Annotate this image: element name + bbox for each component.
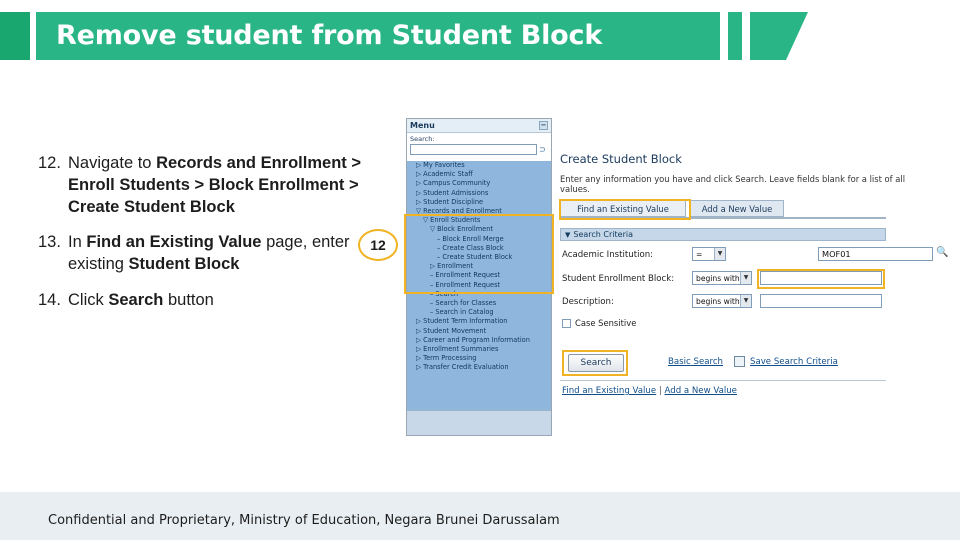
menu-tree-label: My Favorites: [423, 161, 465, 169]
magnifier-icon[interactable]: 🔍: [936, 247, 948, 260]
menu-tree-link[interactable]: – Search for Classes: [407, 299, 551, 308]
menu-tree-folder[interactable]: ▷ Enrollment Summaries: [407, 345, 551, 354]
menu-tree-folder[interactable]: ▷ Student Movement: [407, 327, 551, 336]
menu-tree-label: Search in Catalog: [435, 308, 494, 317]
tab-add-a-new-value[interactable]: Add a New Value: [690, 200, 784, 217]
menu-tree-label: Student Term Information: [423, 317, 508, 326]
instruction-step-number: 13.: [38, 233, 61, 252]
bottom-link-add-new[interactable]: Add a New Value: [665, 386, 737, 396]
operator-value-description: begins with: [696, 296, 740, 306]
case-sensitive-label: Case Sensitive: [575, 318, 637, 328]
operator-select-student-enrollment-block[interactable]: begins with ▼: [692, 271, 752, 285]
menu-tree-folder[interactable]: ▷ Student Discipline: [407, 198, 551, 207]
search-panel-subtitle: Enter any information you have and click…: [560, 174, 906, 194]
operator-value-student-enrollment-block: begins with: [696, 273, 740, 283]
menu-tree-label: Student Admissions: [423, 188, 489, 197]
menu-panel-header: Menu −: [407, 119, 551, 133]
instruction-step-number: 14.: [38, 290, 61, 309]
collapse-icon[interactable]: −: [539, 121, 548, 130]
highlight-box-student-block-field: [757, 269, 885, 289]
menu-tree-label: Career and Program Information: [423, 335, 530, 344]
instruction-step-text: In Find an Existing Value page, enter ex…: [68, 233, 350, 274]
highlight-box-search-button: [562, 350, 628, 376]
callout-badge-12: 12: [358, 229, 398, 261]
case-sensitive-row[interactable]: Case Sensitive: [562, 318, 636, 328]
menu-search-label: Search:: [410, 135, 435, 143]
menu-tree-folder[interactable]: ▷ Campus Community: [407, 179, 551, 188]
instruction-list: 12. Navigate to Records and Enrollment > …: [38, 152, 388, 324]
operator-value-academic-institution: =: [696, 249, 703, 259]
input-description[interactable]: [760, 294, 882, 308]
bottom-link-separator: |: [656, 386, 665, 396]
case-sensitive-checkbox[interactable]: [562, 318, 571, 328]
menu-tree-folder[interactable]: ▷ Term Processing: [407, 354, 551, 363]
header-accent-tick-2: [750, 12, 786, 60]
search-criteria-header[interactable]: ▼ Search Criteria: [560, 228, 886, 241]
menu-tree-label: Transfer Credit Evaluation: [423, 363, 509, 372]
input-academic-institution[interactable]: MOF01: [818, 247, 933, 261]
instruction-step-text: Click Search button: [68, 290, 214, 309]
menu-tree-folder[interactable]: ▷ Student Admissions: [407, 189, 551, 198]
menu-tree-link[interactable]: – Search in Catalog: [407, 308, 551, 317]
save-search-criteria-link[interactable]: Save Search Criteria: [750, 357, 838, 367]
menu-tree-folder[interactable]: ▷ Academic Staff: [407, 170, 551, 179]
save-icon[interactable]: [734, 356, 745, 367]
menu-tree-folder[interactable]: ▷ Career and Program Information: [407, 336, 551, 345]
header-accent-tick-1: [728, 12, 742, 60]
menu-tree-folder[interactable]: ▷ Transfer Credit Evaluation: [407, 363, 551, 372]
menu-search-row: ⊃: [407, 144, 551, 157]
instruction-step-number: 12.: [38, 154, 61, 172]
menu-tree-label: Search for Classes: [435, 299, 497, 308]
search-criteria-label: Search Criteria: [573, 230, 633, 239]
chevron-down-icon: ▼: [740, 295, 751, 307]
instruction-step: 12. Navigate to Records and Enrollment > …: [38, 152, 388, 218]
menu-tree-folder[interactable]: ▷ My Favorites: [407, 161, 551, 170]
operator-select-description[interactable]: begins with ▼: [692, 294, 752, 308]
menu-search-go-icon[interactable]: ⊃: [537, 145, 548, 154]
menu-tree-label: Student Discipline: [423, 197, 484, 206]
operator-select-academic-institution[interactable]: = ▼: [692, 247, 726, 261]
instruction-step: 13. In Find an Existing Value page, enter…: [38, 231, 388, 275]
instruction-step: 14. Click Search button: [38, 289, 388, 311]
slide-header: Remove student from Student Block: [0, 0, 960, 72]
menu-search-input[interactable]: [410, 144, 537, 155]
menu-tree-folder[interactable]: ▷ Student Term Information: [407, 317, 551, 326]
instruction-step-text: Navigate to Records and Enrollment > Enr…: [68, 154, 361, 217]
header-accent-triangle: [786, 12, 808, 60]
menu-panel-footer: [407, 410, 551, 435]
menu-tree-label: Enrollment Summaries: [423, 345, 499, 354]
highlight-box-menu-path: [404, 214, 554, 294]
search-panel-title: Create Student Block: [560, 152, 682, 166]
create-student-block-screenshot: Create Student Block Enter any informati…: [556, 148, 948, 436]
label-description: Description:: [562, 297, 614, 307]
menu-tree-label: Academic Staff: [423, 170, 473, 179]
basic-search-link[interactable]: Basic Search: [668, 357, 723, 367]
menu-tree-label: Term Processing: [423, 354, 477, 363]
label-academic-institution: Academic Institution:: [562, 250, 654, 260]
menu-tree-label: Campus Community: [423, 179, 491, 188]
chevron-down-icon: ▼: [565, 230, 571, 239]
page-title: Remove student from Student Block: [56, 20, 603, 51]
panel-divider: [560, 380, 886, 381]
footer-text: Confidential and Proprietary, Ministry o…: [48, 513, 560, 528]
menu-panel-title: Menu: [410, 121, 435, 130]
highlight-box-find-existing-tab: [559, 199, 691, 220]
chevron-down-icon: ▼: [714, 248, 725, 260]
bottom-link-find-existing[interactable]: Find an Existing Value: [562, 386, 656, 396]
header-title-bar: Remove student from Student Block: [36, 12, 720, 60]
label-student-enrollment-block: Student Enrollment Block:: [562, 274, 675, 284]
header-accent-band-left: [0, 12, 30, 60]
chevron-down-icon: ▼: [740, 272, 751, 284]
menu-tree-label: Student Movement: [423, 326, 487, 335]
panel-bottom-links: Find an Existing Value | Add a New Value: [562, 386, 737, 396]
